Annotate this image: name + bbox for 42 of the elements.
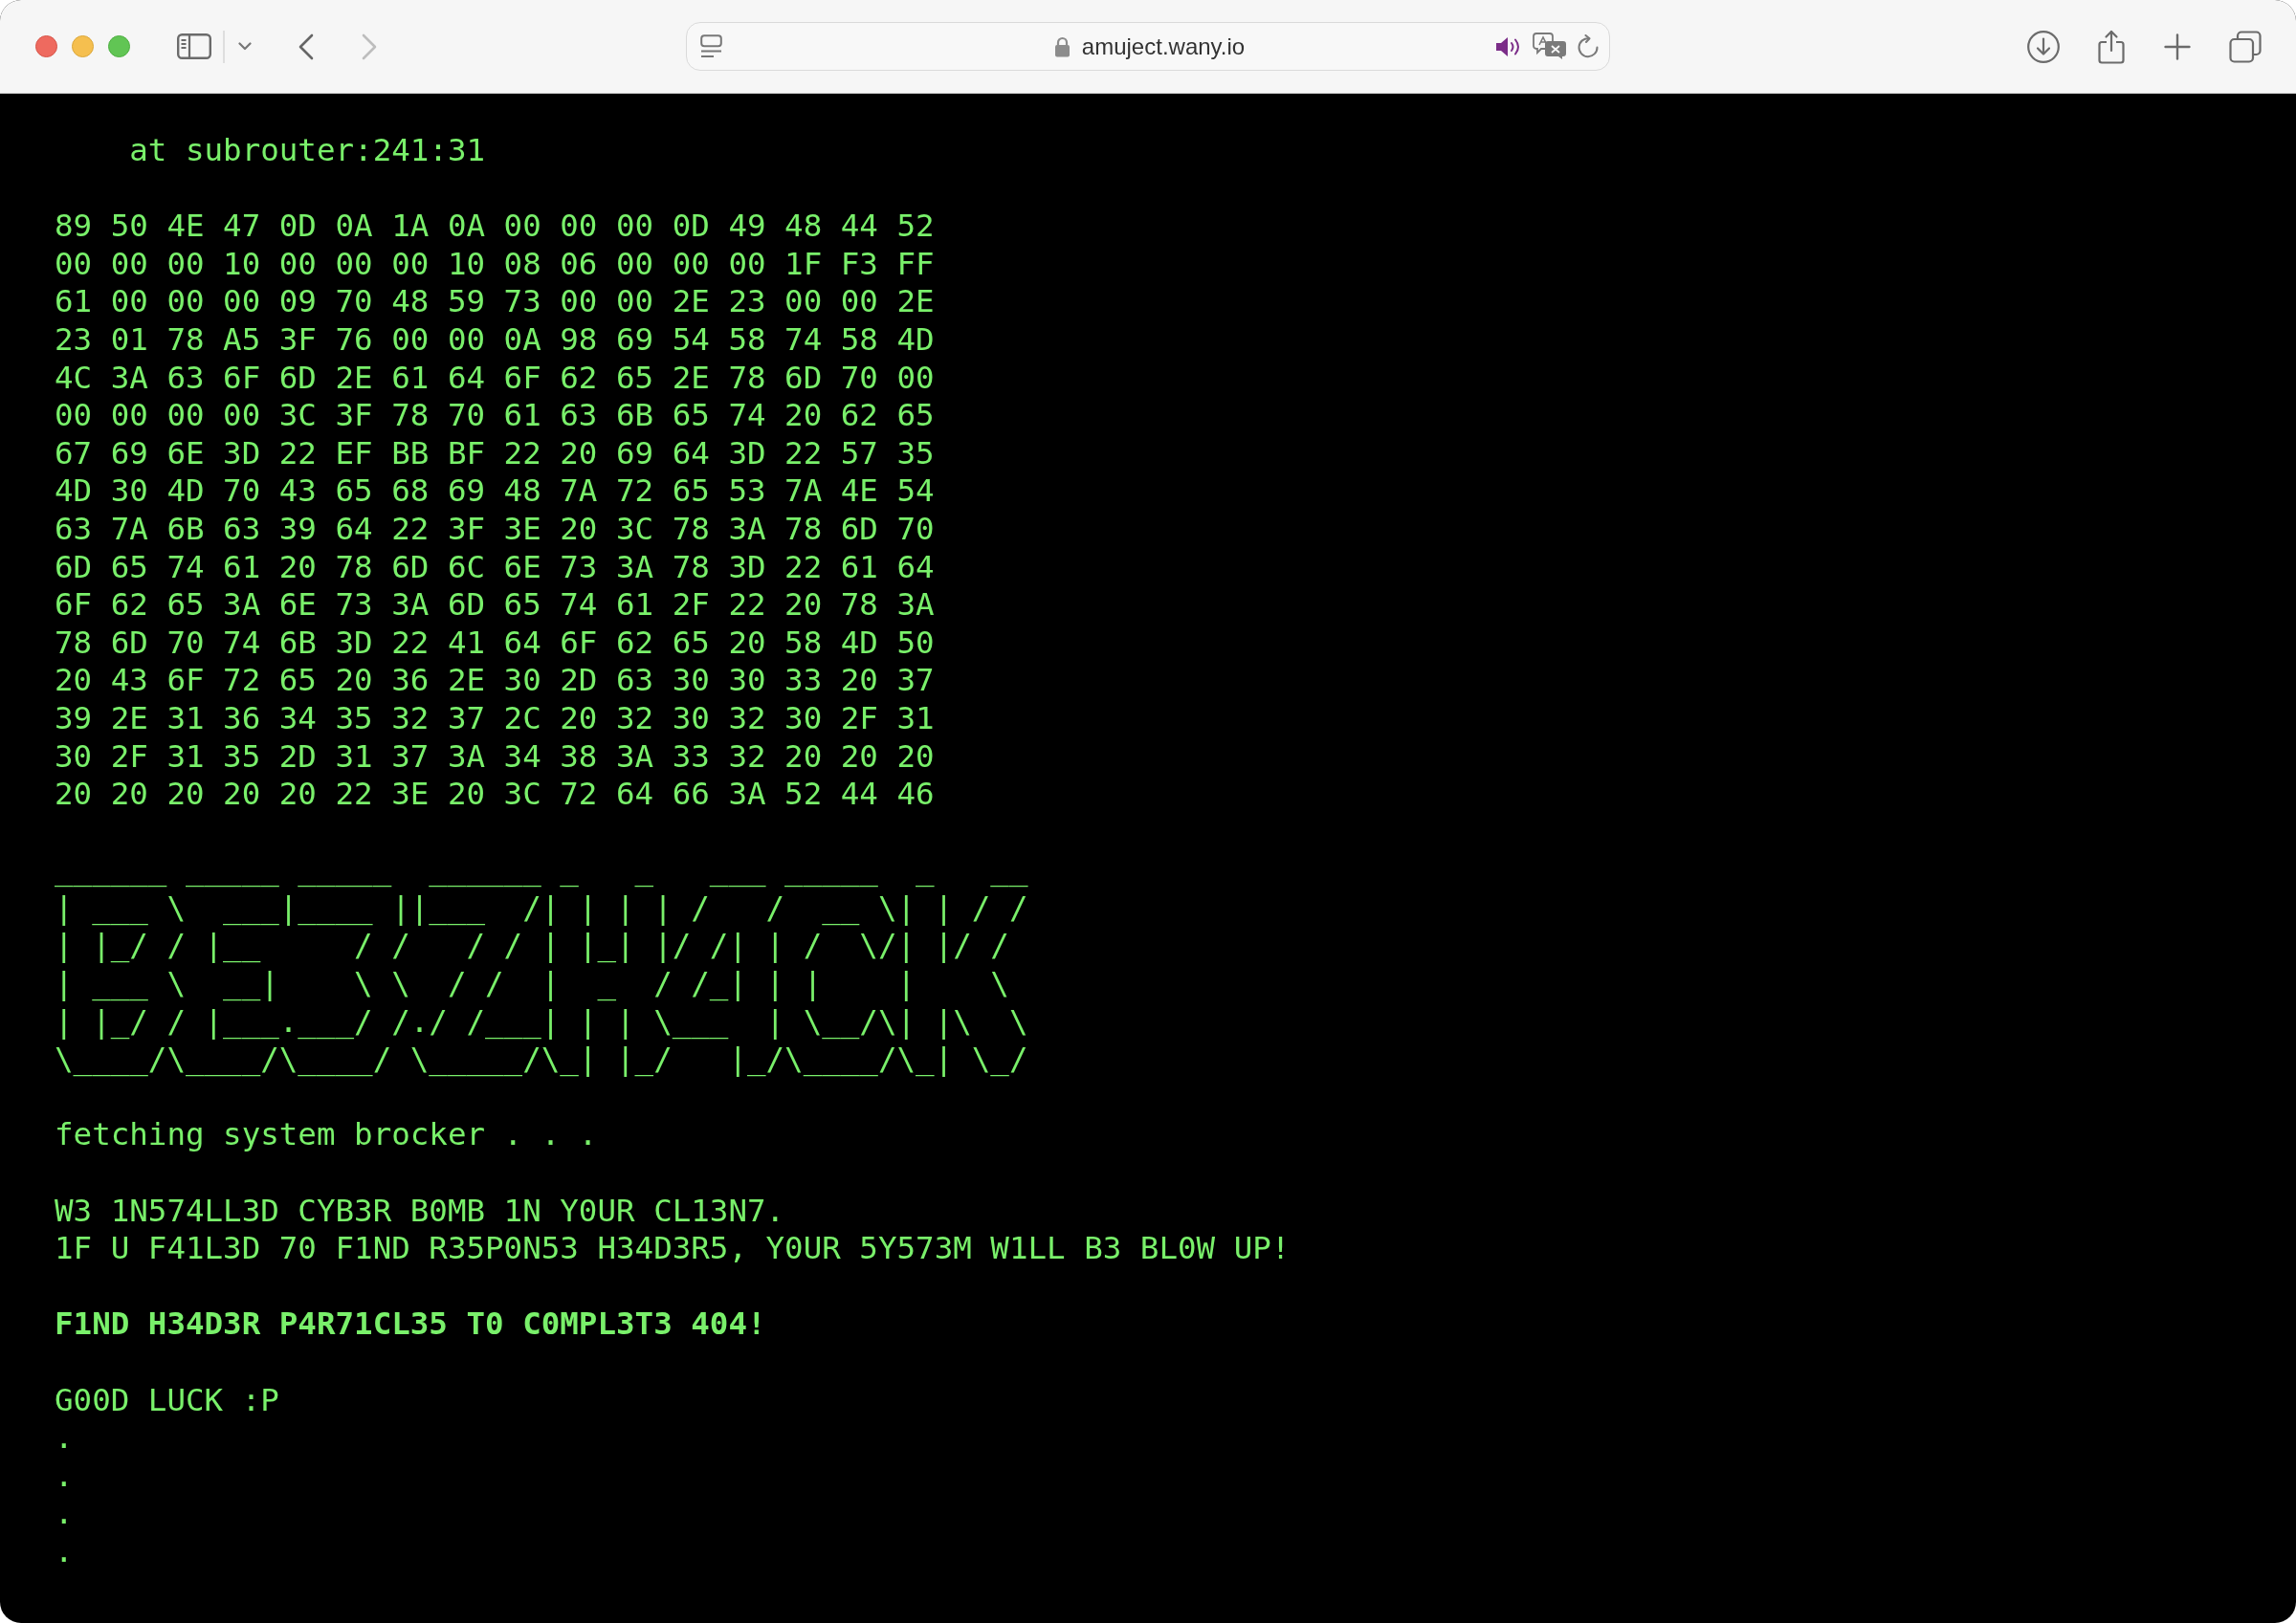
window-close-button[interactable] <box>35 35 57 57</box>
tab-overview-icon[interactable] <box>2228 30 2262 63</box>
window-zoom-button[interactable] <box>108 35 130 57</box>
status-message: fetching system brocker . . . <box>55 1116 598 1155</box>
hex-dump-row: 63 7A 6B 63 39 64 22 3F 3E 20 3C 78 3A 78 6D 70 <box>55 510 935 549</box>
back-icon[interactable] <box>297 33 314 60</box>
hex-dump-row: 00 00 00 10 00 00 00 10 08 06 00 00 00 1F F3 FF <box>55 245 935 284</box>
hex-dump-row: 89 50 4E 47 0D 0A 1A 0A 00 00 00 0D 49 48 44 52 <box>55 208 935 246</box>
translate-icon[interactable] <box>1532 33 1567 60</box>
chevron-down-icon[interactable] <box>237 42 252 51</box>
lock-icon <box>1053 35 1071 57</box>
hex-dump-row: 4D 30 4D 70 43 65 68 69 48 7A 72 65 53 7A 4E 54 <box>55 472 935 511</box>
warning-line: 1F U F41L3D 70 F1ND R35P0N53 H34D3R5, Y0UR 5Y573M W1LL B3 BL0W UP! <box>55 1230 1291 1268</box>
hex-dump-row: 6F 62 65 3A 6E 73 3A 6D 65 74 61 2F 22 20 78 3A <box>55 586 935 625</box>
sidebar-icon[interactable] <box>177 33 211 59</box>
signoff-message: G00D LUCK :P <box>55 1381 279 1420</box>
trailing-dot: . <box>55 1457 74 1496</box>
reload-icon[interactable] <box>1576 34 1600 58</box>
share-icon[interactable] <box>2097 29 2125 64</box>
hex-dump-row: 61 00 00 00 09 70 48 59 73 00 00 2E 23 00 00 2E <box>55 283 935 321</box>
hex-dump-row: 39 2E 31 36 34 35 32 37 2C 20 32 30 32 30 2F 31 <box>55 699 935 738</box>
hex-dump-row: 20 20 20 20 20 22 3E 20 3C 72 64 66 3A 52 44 46 <box>55 776 935 814</box>
hex-dump-row: 00 00 00 00 3C 3F 78 70 61 63 6B 65 74 20 62 65 <box>55 397 935 435</box>
hex-dump-row: 30 2F 31 35 2D 31 37 3A 34 38 3A 33 32 20 20 20 <box>55 737 935 777</box>
address-bar[interactable]: amuject.wany.io <box>685 22 1610 71</box>
hex-dump-row: 20 43 6F 72 65 20 36 2E 30 2D 63 30 30 33 20 37 <box>55 662 935 700</box>
url-text: amuject.wany.io <box>1081 33 1246 60</box>
ascii-art-title: ______ _____ _____ ______ _ _ ___ _____ _ __ | ___ \ ___|____ ||___ /| | | | / / __ \| | / / | |_/ / |__ / / / / | |_| |/ /| | / \/| |/ / | ___ \ __| \ \ / / | _ / /_| | | | \ | |_/ / |___.___/ /./ /___| | | \___ | \__/\| |\ \ \____/\____/\____/ \_____/\_| |_/ |_/\____/\_| \_/ <box>55 851 1028 1079</box>
hex-dump-row: 6D 65 74 61 20 78 6D 6C 6E 73 3A 78 3D 22 61 64 <box>55 548 935 587</box>
new-tab-icon[interactable] <box>2163 33 2191 60</box>
stack-trace-line: at subrouter:241:31 <box>129 132 486 170</box>
trailing-dot: . <box>55 1532 74 1571</box>
download-icon[interactable] <box>2026 30 2060 63</box>
hex-dump-row: 4C 3A 63 6F 6D 2E 61 64 6F 62 65 2E 78 6D 70 00 <box>55 359 935 398</box>
warning-line: W3 1N574LL3D CYB3R B0MB 1N Y0UR CL13N7. <box>55 1192 785 1231</box>
hex-dump-row: 23 01 78 A5 3F 76 00 00 0A 98 69 54 58 74 58 4D <box>55 320 935 360</box>
trailing-dot: . <box>55 1495 74 1533</box>
page-menu-icon[interactable] <box>699 34 722 58</box>
trailing-dot: . <box>55 1419 74 1458</box>
hex-dump-row: 78 6D 70 74 6B 3D 22 41 64 6F 62 65 20 58 4D 50 <box>55 624 935 663</box>
headline-message: F1ND H34D3R P4R71CL35 T0 C0MPL3T3 404! <box>55 1305 766 1344</box>
hex-dump-row: 67 69 6E 3D 22 EF BB BF 22 20 69 64 3D 22 57 35 <box>55 434 935 473</box>
